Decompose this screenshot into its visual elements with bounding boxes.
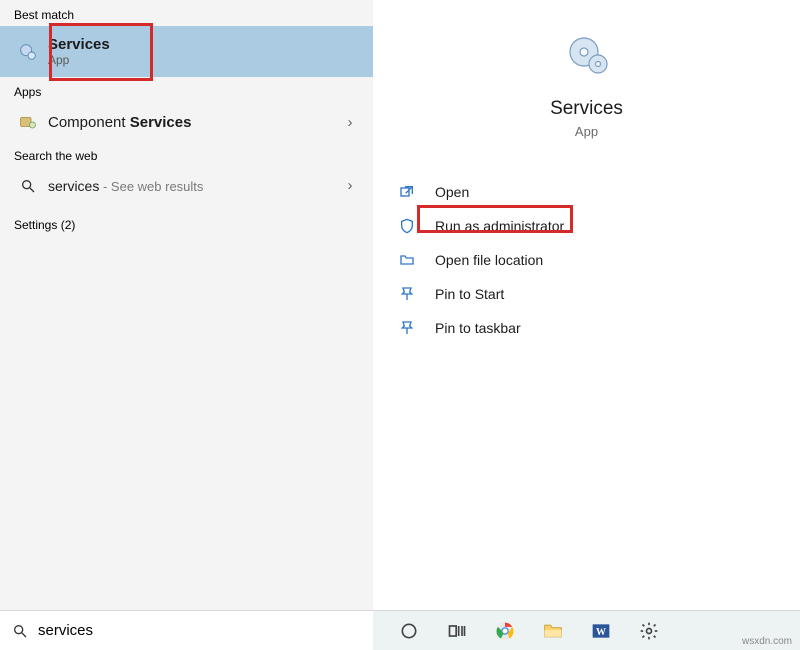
best-match-title: Services <box>48 36 110 53</box>
settings-gear-icon[interactable] <box>637 619 661 643</box>
web-result[interactable]: services - See web results › <box>0 167 373 204</box>
web-hint: - See web results <box>99 179 203 194</box>
search-results-pane: Best match Services App Apps Component S… <box>0 0 373 610</box>
search-icon <box>12 623 28 639</box>
search-web-header: Search the web <box>0 141 373 167</box>
admin-shield-icon <box>399 218 425 234</box>
web-term: services <box>48 178 99 194</box>
cortana-circle-icon[interactable] <box>397 619 421 643</box>
chevron-right-icon: › <box>341 177 359 194</box>
services-large-gear-icon <box>562 30 612 80</box>
actions-list: Open Run as administrator Open file loca… <box>373 169 800 351</box>
watermark: wsxdn.com <box>742 636 792 647</box>
action-loc-label: Open file location <box>425 252 543 268</box>
task-view-icon[interactable] <box>445 619 469 643</box>
action-open[interactable]: Open <box>383 175 790 209</box>
action-pin-to-start[interactable]: Pin to Start <box>383 277 790 311</box>
word-icon[interactable]: W <box>589 619 613 643</box>
pin-icon <box>399 286 425 302</box>
best-match-result[interactable]: Services App <box>0 26 373 77</box>
action-pin-start-label: Pin to Start <box>425 286 504 302</box>
hero: Services App <box>373 0 800 169</box>
search-input[interactable] <box>38 622 361 639</box>
hero-title: Services <box>373 98 800 120</box>
action-admin-label: Run as administrator <box>425 218 564 234</box>
best-match-header: Best match <box>0 0 373 26</box>
action-run-as-admin[interactable]: Run as administrator <box>383 209 790 243</box>
action-pin-taskbar-label: Pin to taskbar <box>425 320 521 336</box>
action-open-label: Open <box>425 184 469 200</box>
search-icon <box>14 178 42 194</box>
chevron-right-icon: › <box>341 114 359 131</box>
component-services-icon <box>14 113 42 131</box>
services-gear-icon <box>14 41 42 63</box>
action-pin-to-taskbar[interactable]: Pin to taskbar <box>383 311 790 345</box>
taskbar: W <box>373 610 800 650</box>
details-pane: Services App Open Run as administrator <box>373 0 800 610</box>
apps-item-bold: Services <box>130 114 192 131</box>
apps-item-prefix: Component <box>48 114 130 131</box>
folder-icon <box>399 252 425 268</box>
file-explorer-icon[interactable] <box>541 619 565 643</box>
apps-header: Apps <box>0 77 373 103</box>
best-match-subtitle: App <box>48 53 359 67</box>
apps-result-component-services[interactable]: Component Services › <box>0 103 373 141</box>
search-bar[interactable] <box>0 610 373 650</box>
chrome-icon[interactable] <box>493 619 517 643</box>
pin-icon <box>399 320 425 336</box>
settings-header: Settings (2) <box>0 204 373 236</box>
open-icon <box>399 184 425 200</box>
action-open-file-location[interactable]: Open file location <box>383 243 790 277</box>
hero-subtitle: App <box>373 124 800 139</box>
svg-text:W: W <box>596 627 606 638</box>
